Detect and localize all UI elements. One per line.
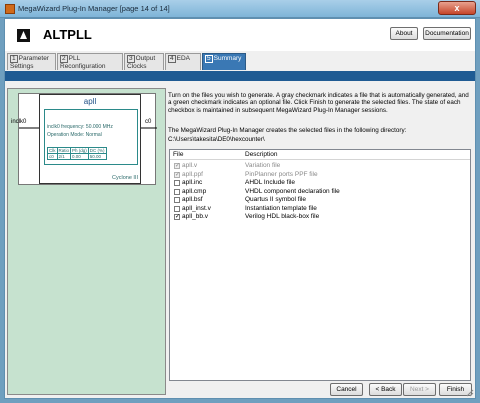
file-row[interactable]: apll.inc AHDL Include file	[170, 179, 470, 188]
file-row[interactable]: apll.cmp VHDL component declaration file	[170, 188, 470, 197]
window-title: MegaWizard Plug-In Manager [page 14 of 1…	[18, 4, 170, 13]
file-description: VHDL component declaration file	[245, 187, 340, 195]
frequency-text: inclk0 frequency: 50.000 MHz	[47, 124, 113, 130]
tab-label: PLL	[68, 55, 81, 62]
symbol-preview: inclk0 c0 apll inclk0 frequency: 50.000 …	[11, 93, 157, 185]
cancel-button[interactable]: Cancel	[330, 383, 363, 396]
pll-info-box: inclk0 frequency: 50.000 MHz Operation M…	[44, 109, 138, 165]
tab-label: Clocks	[127, 63, 147, 70]
file-name: apll.cmp	[182, 187, 207, 195]
file-row[interactable]: ✓ apll.ppf PinPlanner ports PPF file	[170, 171, 470, 180]
file-name: apll_bb.v	[182, 213, 209, 220]
tab-label: Summary	[213, 55, 242, 62]
file-name: apll.ppf	[182, 170, 203, 178]
file-description: Instantiation template file	[245, 204, 317, 212]
table-header-cell: Ratio	[56, 147, 71, 154]
directory-label: The MegaWizard Plug-In Manager creates t…	[168, 127, 407, 134]
column-header-file[interactable]: File	[173, 151, 183, 158]
megafunction-logo-icon	[17, 29, 30, 42]
file-checkbox[interactable]	[174, 205, 180, 212]
file-checkbox[interactable]	[174, 188, 180, 195]
documentation-button[interactable]: Documentation	[423, 27, 471, 40]
input-port-label: inclk0	[11, 119, 27, 125]
file-description: Variation file	[245, 162, 281, 169]
title-bar: MegaWizard Plug-In Manager [page 14 of 1…	[0, 0, 480, 18]
instance-name: apll	[83, 97, 97, 106]
file-description: AHDL Include file	[245, 179, 295, 186]
clock-param-table: Clk Ratio Ph (dg) DC (%) c0 2/1 0.00 50.…	[47, 147, 107, 160]
file-checkbox[interactable]	[174, 197, 180, 203]
tab-strip: 1 Parameter Settings 2 PLL Reconfiguration…	[5, 51, 475, 71]
file-name: apll.bsf	[182, 196, 203, 203]
file-list: File Description ✓ apll.v Variation file…	[169, 149, 471, 381]
file-list-header: File Description	[170, 150, 470, 160]
tab-eda[interactable]: 4 EDA	[165, 53, 201, 70]
pll-block: apll inclk0 frequency: 50.000 MHz Operat…	[39, 94, 141, 184]
summary-panel: Turn on the files you wish to generate. …	[166, 81, 475, 399]
tab-label: Parameter	[18, 55, 49, 62]
file-description: Verilog HDL black-box file	[245, 213, 320, 220]
table-cell: c0	[47, 153, 58, 160]
app-icon	[5, 4, 15, 14]
tab-underline-bar	[5, 71, 475, 81]
operation-mode-text: Operation Mode: Normal	[47, 132, 102, 138]
device-family: Cyclone III	[112, 175, 138, 181]
table-cell: 0.00	[70, 153, 89, 160]
tab-number: 1	[10, 55, 18, 63]
column-header-description[interactable]: Description	[245, 151, 278, 158]
table-header-cell: DC (%)	[87, 147, 107, 154]
resize-grip-icon[interactable]	[466, 389, 474, 397]
about-button[interactable]: About	[390, 27, 418, 40]
back-button[interactable]: < Back	[369, 383, 402, 396]
tab-label: Output	[135, 55, 156, 62]
tab-number: 4	[168, 55, 176, 63]
table-cell: 50.00	[87, 153, 107, 160]
file-name: apll.v	[182, 162, 198, 169]
tab-output-clocks[interactable]: 3 Output Clocks	[124, 53, 164, 70]
table-cell: 2/1	[56, 153, 71, 160]
megafunction-name: ALTPLL	[43, 27, 92, 42]
file-name: apll.inc	[182, 179, 203, 186]
next-button[interactable]: Next >	[403, 383, 436, 396]
tab-label: EDA	[176, 55, 190, 62]
file-description: PinPlanner ports PPF file	[245, 170, 318, 178]
file-checkbox[interactable]	[174, 180, 180, 186]
file-row[interactable]: ✓ apll.v Variation file	[170, 162, 470, 171]
wizard-client: ALTPLL About Documentation 1 Parameter Se…	[4, 18, 476, 399]
directory-path: C:\Users\takesita\DE0\hexcounter\	[168, 136, 265, 143]
file-description: Quartus II symbol file	[245, 196, 307, 203]
file-checkbox[interactable]: ✓	[174, 163, 180, 169]
header: ALTPLL About Documentation	[5, 19, 475, 51]
file-checkbox[interactable]: ✓	[174, 214, 180, 220]
tab-number: 5	[205, 55, 213, 63]
output-port-label: c0	[145, 119, 152, 125]
table-header-cell: Clk	[47, 147, 58, 154]
file-row[interactable]: apll_inst.v Instantiation template file	[170, 205, 470, 214]
tab-number: 3	[127, 55, 135, 63]
tab-summary[interactable]: 5 Summary	[202, 53, 246, 70]
tab-label: Reconfiguration	[60, 63, 106, 70]
tab-label: Settings	[10, 63, 34, 70]
file-name: apll_inst.v	[182, 204, 211, 212]
tab-parameter-settings[interactable]: 1 Parameter Settings	[7, 53, 56, 70]
table-header-cell: Ph (dg)	[70, 147, 89, 154]
close-button[interactable]: x	[438, 1, 476, 15]
file-checkbox[interactable]: ✓	[174, 171, 180, 178]
file-row[interactable]: ✓ apll_bb.v Verilog HDL black-box file	[170, 213, 470, 222]
tab-pll-reconfiguration[interactable]: 2 PLL Reconfiguration	[57, 53, 123, 70]
tab-number: 2	[60, 55, 68, 63]
file-row[interactable]: apll.bsf Quartus II symbol file	[170, 196, 470, 205]
instructions-text: Turn on the files you wish to generate. …	[168, 92, 469, 114]
symbol-panel: inclk0 c0 apll inclk0 frequency: 50.000 …	[7, 88, 166, 395]
